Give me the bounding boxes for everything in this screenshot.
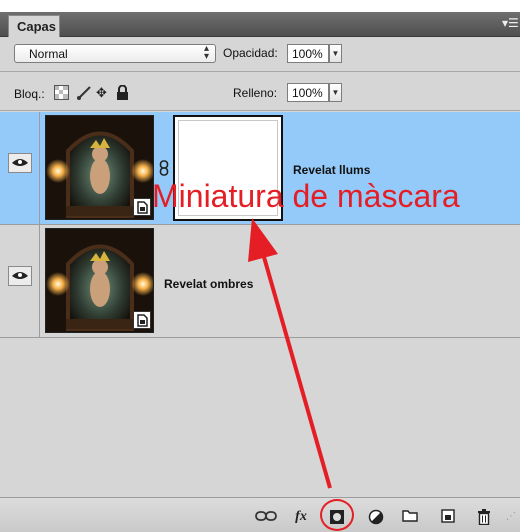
fill-dropdown-button[interactable]: ▼ bbox=[329, 83, 342, 102]
group-folder-icon[interactable] bbox=[402, 509, 418, 525]
new-layer-icon[interactable] bbox=[440, 509, 456, 525]
annotation-circle bbox=[320, 499, 354, 531]
tab-layers[interactable]: Capas bbox=[8, 15, 60, 37]
divider bbox=[39, 112, 40, 225]
link-layers-icon[interactable] bbox=[255, 509, 277, 525]
lock-brush-icon[interactable] bbox=[76, 85, 92, 101]
divider bbox=[0, 71, 520, 72]
lock-move-icon[interactable]: ✥ bbox=[96, 85, 107, 101]
lock-label: Bloq.: bbox=[14, 87, 45, 101]
select-arrows-icon: ▴ ▾ bbox=[203, 43, 209, 62]
resize-grip-icon[interactable]: ⋰ bbox=[505, 509, 517, 525]
mask-link-icon[interactable] bbox=[158, 160, 170, 176]
blend-row: Normal ▴ ▾ Opacidad: 100% ▼ bbox=[0, 37, 520, 67]
annotation-text: Miniatura de màscara bbox=[152, 178, 460, 214]
lock-all-icon[interactable] bbox=[116, 84, 129, 101]
divider bbox=[0, 110, 520, 111]
layers-list: Revelat llums Revelat ombres bbox=[0, 112, 520, 490]
fx-icon[interactable]: fx bbox=[290, 509, 312, 525]
layer-row[interactable]: Revelat ombres bbox=[0, 225, 520, 338]
blend-mode-select[interactable]: Normal ▴ ▾ bbox=[14, 44, 216, 63]
trash-icon[interactable] bbox=[476, 509, 492, 526]
layers-panel: Capas ▾☰ Normal ▴ ▾ Opacidad: 100% ▼ Bloq… bbox=[0, 0, 520, 532]
fill-input[interactable]: 100% bbox=[287, 83, 329, 102]
blend-mode-value: Normal bbox=[29, 47, 68, 61]
panel-menu-icon[interactable]: ▾☰ bbox=[502, 15, 519, 31]
opacity-label: Opacidad: bbox=[223, 46, 278, 60]
opacity-input[interactable]: 100% bbox=[287, 44, 329, 63]
lock-transparent-icon[interactable] bbox=[54, 85, 69, 101]
layers-bottom-toolbar: fx ⋰ bbox=[0, 497, 520, 532]
smart-object-icon bbox=[133, 311, 151, 329]
layer-name[interactable]: Revelat ombres bbox=[164, 277, 253, 291]
visibility-eye-icon[interactable] bbox=[8, 153, 32, 173]
panel-tab-bar: Capas ▾☰ bbox=[0, 12, 520, 37]
top-strip bbox=[0, 0, 520, 12]
smart-object-icon bbox=[133, 198, 151, 216]
opacity-dropdown-button[interactable]: ▼ bbox=[329, 44, 342, 63]
layer-name[interactable]: Revelat llums bbox=[293, 163, 370, 177]
divider bbox=[39, 225, 40, 338]
fill-label: Relleno: bbox=[233, 86, 278, 100]
visibility-eye-icon[interactable] bbox=[8, 266, 32, 286]
adjustment-layer-icon[interactable] bbox=[367, 509, 385, 525]
